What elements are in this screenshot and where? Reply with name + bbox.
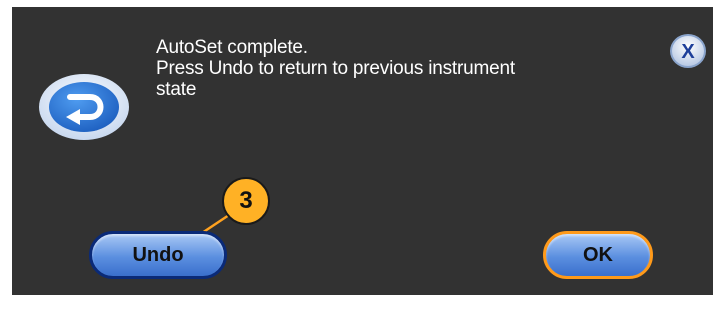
undo-button[interactable]: Undo [89, 231, 227, 279]
ok-button[interactable]: OK [543, 231, 653, 279]
close-label: X [681, 41, 695, 63]
callout-number: 3 [239, 187, 253, 214]
undo-button-label: Undo [132, 243, 184, 266]
callout-number-badge: 3 [222, 177, 270, 225]
close-icon[interactable]: X [669, 33, 707, 69]
dialog-message: AutoSet complete. Press Undo to return t… [156, 37, 626, 100]
message-line-3: state [156, 79, 197, 100]
undo-arrow-icon [39, 74, 129, 140]
ok-button-label: OK [583, 243, 613, 266]
message-line-2: Press Undo to return to previous instrum… [156, 58, 515, 79]
message-line-1: AutoSet complete. [156, 37, 308, 58]
